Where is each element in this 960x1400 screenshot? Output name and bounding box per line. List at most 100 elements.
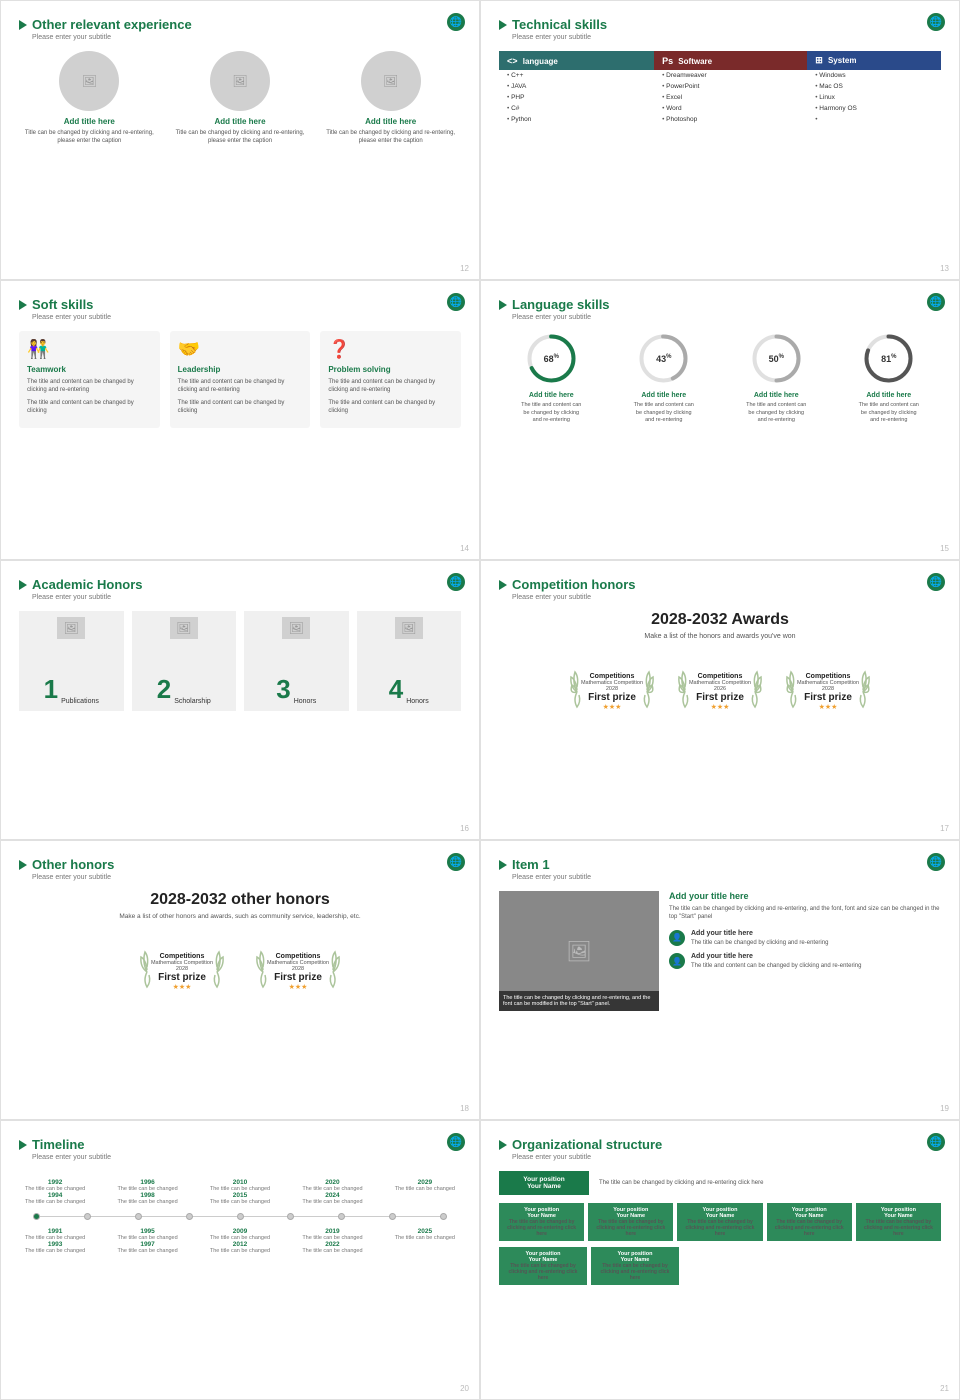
lang-circle-2: 43% (636, 331, 691, 386)
triangle-icon (19, 300, 27, 310)
tl-dot (186, 1213, 193, 1220)
globe-icon: 🌐 (447, 13, 465, 31)
triangle-icon (19, 20, 27, 30)
slide-tech-skills: Technical skills Please enter your subti… (480, 0, 960, 280)
org-box-r1-5: Your position Your Name The title can be… (856, 1203, 941, 1241)
lang-items: 68% Add title here The title and content… (499, 331, 941, 425)
slide-title: Timeline (19, 1137, 461, 1152)
triangle-icon (499, 580, 507, 590)
table-row: PythonPhotoshop (499, 114, 941, 125)
lang-item-4: 81% Add title here The title and content… (856, 331, 921, 425)
laurel-2: Competitions Mathematics Competition 202… (675, 652, 765, 732)
globe-icon: 🌐 (447, 1133, 465, 1151)
tl-line (294, 1216, 338, 1217)
avatar-1: 👤 (669, 930, 685, 946)
laurel-1: Competitions Mathematics Competition 202… (567, 652, 657, 732)
honor-img-1: 🖼 (57, 617, 85, 639)
lang-item-3: 50% Add title here The title and content… (744, 331, 809, 425)
slide-other-exp: Other relevant experience Please enter y… (0, 0, 480, 280)
triangle-icon (499, 1140, 507, 1150)
comp-badge-3: Competitions Mathematics Competition 202… (778, 652, 878, 732)
exp-item-1: 🖼 Add title here Title can be changed by… (19, 51, 160, 146)
comp-badge-1: Competitions Mathematics Competition 202… (562, 652, 662, 732)
exp-img-3: 🖼 (361, 51, 421, 111)
org-content: Your position Your Name The title can be… (499, 1171, 941, 1285)
slide-soft-skills: Soft skills Please enter your subtitle 🌐… (0, 280, 480, 560)
laurel-other-1: Competitions Mathematics Competition 202… (137, 932, 227, 1012)
tl-line (193, 1216, 237, 1217)
other-badges: Competitions Mathematics Competition 202… (19, 932, 461, 1012)
org-top-box: Your position Your Name (499, 1171, 589, 1195)
soft-header: Ps Software (654, 51, 807, 70)
slide-title: Competition honors (499, 577, 941, 592)
soft-item-problem: ❓ Problem solving The title and content … (320, 331, 461, 428)
lang-item-2: 43% Add title here The title and content… (631, 331, 696, 425)
item1-right: Add your title here The title can be cha… (669, 891, 941, 1011)
soft-items: 👫 Teamwork The title and content can be … (19, 331, 461, 428)
slide-timeline: Timeline Please enter your subtitle 🌐 19… (0, 1120, 480, 1400)
avatar-2: 👤 (669, 953, 685, 969)
tl-dot (287, 1213, 294, 1220)
exp-img-1: 🖼 (59, 51, 119, 111)
slide-lang-skills: Language skills Please enter your subtit… (480, 280, 960, 560)
lang-header: <> language (499, 51, 654, 70)
other-badge-1: Competitions Mathematics Competition 202… (132, 932, 232, 1012)
triangle-icon (499, 860, 507, 870)
lang-circle-4: 81% (861, 331, 916, 386)
laurel-other-2: Competitions Mathematics Competition 202… (253, 932, 343, 1012)
item1-sub-1: 👤 Add your title here The title can be c… (669, 930, 941, 947)
exp-item-3: 🖼 Add title here Title can be changed by… (320, 51, 461, 146)
tl-year-group: 2029 The title can be changed (395, 1179, 455, 1205)
org-row-1: Your position Your Name The title can be… (499, 1203, 941, 1241)
honor-box-1: 🖼 1 Publications (19, 611, 124, 711)
tech-table: <> language Ps Software ⊞ System C++Drea… (499, 51, 941, 125)
item1-img: 🖼 The title can be changed by clicking a… (499, 891, 659, 1011)
table-row: PHPExcelLinux (499, 92, 941, 103)
teamwork-icon: 👫 (27, 339, 152, 360)
tl-year-group: 1992 The title can be changed 1994 The t… (25, 1179, 85, 1205)
tl-line (91, 1216, 135, 1217)
tl-line (396, 1216, 440, 1217)
tl-dot (33, 1213, 40, 1220)
globe-icon: 🌐 (927, 573, 945, 591)
item1-sub-2: 👤 Add your title here The title and cont… (669, 953, 941, 970)
org-box-r2-2: Your position Your Name The title can be… (591, 1247, 679, 1285)
soft-item-teamwork: 👫 Teamwork The title and content can be … (19, 331, 160, 428)
tl-year-group: 1996 The title can be changed 1998 The t… (117, 1179, 177, 1205)
tl-line (244, 1216, 288, 1217)
triangle-icon (19, 1140, 27, 1150)
slide-title: Language skills (499, 297, 941, 312)
slide-title: Technical skills (499, 17, 941, 32)
soft-item-leadership: 🤝 Leadership The title and content can b… (170, 331, 311, 428)
honor-box-4: 🖼 4 Honors (357, 611, 462, 711)
tl-dot (338, 1213, 345, 1220)
exp-items: 🖼 Add title here Title can be changed by… (19, 51, 461, 146)
timeline-content: 1992 The title can be changed 1994 The t… (19, 1171, 461, 1254)
problem-icon: ❓ (328, 339, 453, 360)
img-caption: The title can be changed by clicking and… (499, 991, 659, 1011)
honor-box-2: 🖼 2 Scholarship (132, 611, 237, 711)
slide-title: Other honors (19, 857, 461, 872)
leadership-icon: 🤝 (178, 339, 303, 360)
tl-dot (389, 1213, 396, 1220)
comp-badge-2: Competitions Mathematics Competition 202… (670, 652, 770, 732)
triangle-icon (19, 860, 27, 870)
triangle-icon (19, 580, 27, 590)
comp-badges: Competitions Mathematics Competition 202… (499, 652, 941, 732)
org-row-2: Your position Your Name The title can be… (499, 1247, 941, 1285)
slide-title: Other relevant experience (19, 17, 461, 32)
item1-content: 🖼 The title can be changed by clicking a… (499, 891, 941, 1011)
org-box-r1-2: Your position Your Name The title can be… (588, 1203, 673, 1241)
globe-icon: 🌐 (447, 853, 465, 871)
org-top-row: Your position Your Name The title can be… (499, 1171, 941, 1195)
tl-line (345, 1216, 389, 1217)
triangle-icon (499, 20, 507, 30)
timeline-line (25, 1213, 455, 1220)
slide-item1: Item 1 Please enter your subtitle 🌐 🖼 Th… (480, 840, 960, 1120)
slide-other-honors: Other honors Please enter your subtitle … (0, 840, 480, 1120)
org-top-text: The title can be changed by clicking and… (599, 1180, 941, 1186)
exp-img-2: 🖼 (210, 51, 270, 111)
honor-img-2: 🖼 (170, 617, 198, 639)
table-row: C++DreamweaverWindows (499, 70, 941, 81)
tl-line (142, 1216, 186, 1217)
